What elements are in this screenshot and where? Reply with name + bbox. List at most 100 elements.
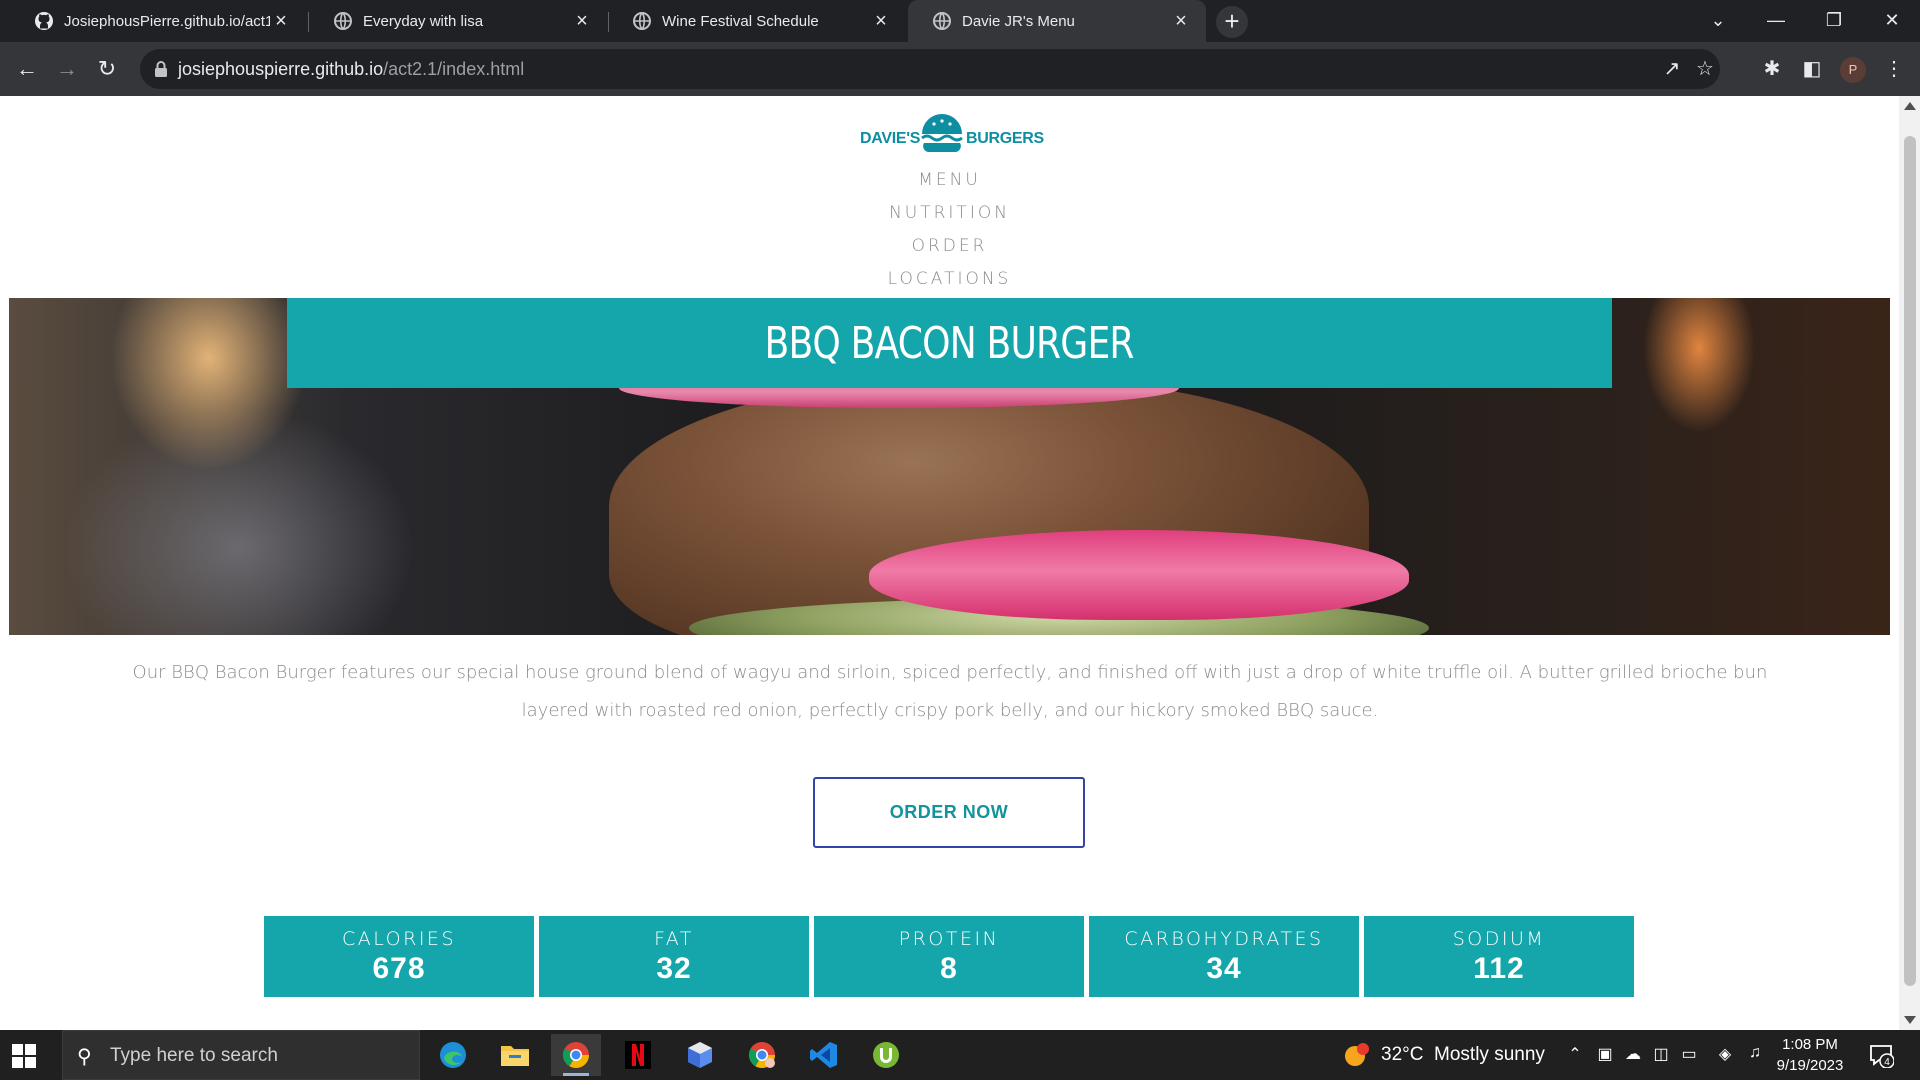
tab-wine-festival-schedule[interactable]: Wine Festival Schedule × [608,0,906,42]
stat-value: 678 [372,952,426,985]
forward-arrow-icon[interactable]: → [50,52,84,86]
nav-locations[interactable]: LOCATIONS [0,263,1899,296]
tab-search-chevron-icon[interactable]: ⌄ [1690,0,1746,42]
nutrition-stats: CALORIES 678 FAT 32 PROTEIN 8 CARBOHYDRA… [264,916,1634,997]
close-icon[interactable]: × [870,10,892,32]
close-icon[interactable]: × [270,10,292,32]
new-tab-button[interactable]: + [1216,6,1248,38]
chrome-icon[interactable] [551,1034,601,1076]
url-path: /act2.1/index.html [383,59,525,79]
window-close-icon[interactable]: ✕ [1864,0,1920,42]
close-icon[interactable]: × [1170,10,1192,32]
bookmark-star-icon[interactable]: ☆ [1693,57,1717,81]
page-viewport: DAVIE'S BURGERS MENU NUTRITION ORDER LOC… [0,96,1899,1030]
nav-nutrition[interactable]: NUTRITION [0,197,1899,230]
weather-temp: 32°C [1381,1044,1424,1065]
search-icon: ⚲ [77,1046,92,1068]
clock-date: 9/19/2023 [1776,1057,1844,1074]
share-icon[interactable]: ↗ [1660,57,1684,81]
page-title: BBQ BACON BURGER [764,317,1135,369]
burger-description: Our BBQ Bacon Burger features our specia… [132,662,1768,721]
tab-title: Wine Festival Schedule [662,12,819,30]
active-app-indicator [563,1073,589,1076]
stat-protein: PROTEIN 8 [814,916,1084,997]
address-bar[interactable]: josiephouspierre.github.io/act2.1/index.… [140,49,1720,89]
tab-github[interactable]: JosiephousPierre.github.io/act1.2 × [10,0,306,42]
globe-icon [933,12,951,30]
minimize-icon[interactable]: — [1748,0,1804,42]
globe-icon [334,12,352,30]
scroll-down-arrow-icon[interactable] [1904,1016,1916,1024]
netflix-icon[interactable] [613,1034,663,1076]
clock-time: 1:08 PM [1782,1036,1838,1053]
stat-value: 34 [1206,952,1242,985]
windows-taskbar: ⚲ Type here to search 32°C Mostly sunny … [0,1030,1920,1080]
logo-word-left: DAVIE'S [860,130,921,147]
taskbar-search[interactable]: ⚲ Type here to search [62,1030,420,1080]
browser-toolbar: ← → ↻ josiephouspierre.github.io/act2.1/… [0,42,1920,96]
back-arrow-icon[interactable]: ← [10,52,44,86]
url-host: josiephouspierre.github.io [178,59,384,79]
weather-widget[interactable]: 32°C Mostly sunny [1343,1040,1545,1070]
app-cube-icon[interactable] [675,1034,725,1076]
system-clock[interactable]: 1:08 PM 9/19/2023 [1760,1034,1860,1076]
stat-label: FAT [654,928,694,950]
github-icon [35,12,53,30]
vscode-icon[interactable] [799,1034,849,1076]
stat-sodium: SODIUM 112 [1364,916,1634,997]
stat-value: 32 [656,952,692,985]
onedrive-cloud-icon[interactable]: ☁ [1622,1044,1644,1064]
extensions-puzzle-icon[interactable]: ✱ [1758,55,1786,83]
utorrent-icon[interactable] [861,1034,911,1076]
profile-avatar[interactable]: P [1840,57,1866,83]
url-text: josiephouspierre.github.io/act2.1/index.… [178,59,524,80]
battery-icon[interactable]: ▭ [1678,1044,1700,1064]
stat-label: CALORIES [342,928,456,950]
weather-text: Mostly sunny [1434,1044,1545,1065]
nav-order[interactable]: ORDER [0,230,1899,263]
stat-value: 8 [940,952,958,985]
stat-label: SODIUM [1452,928,1546,950]
tray-chevron-up-icon[interactable]: ⌃ [1564,1044,1586,1064]
burger-logo-icon [921,114,963,153]
stat-calories: CALORIES 678 [264,916,534,997]
close-icon[interactable]: × [571,10,593,32]
file-explorer-icon[interactable] [490,1034,540,1076]
scroll-up-arrow-icon[interactable] [1904,102,1916,110]
meet-now-icon[interactable]: ▣ [1594,1044,1616,1064]
tab-title: Davie JR's Menu [962,12,1075,30]
lock-icon [155,61,167,77]
main-nav: MENU NUTRITION ORDER LOCATIONS [0,164,1899,296]
hero-onion-bottom [869,530,1409,620]
windows-start-icon[interactable] [10,1042,38,1070]
davies-burgers-logo[interactable]: DAVIE'S BURGERS [860,104,1044,154]
tab-everyday-with-lisa[interactable]: Everyday with lisa × [309,0,607,42]
tab-davie-jrs-menu[interactable]: Davie JR's Menu × [908,0,1206,42]
title-banner: BBQ BACON BURGER [287,298,1612,388]
tab-title: Everyday with lisa [363,12,484,30]
restore-icon[interactable]: ❐ [1806,0,1862,42]
wifi-icon[interactable]: ◈ [1714,1044,1736,1064]
notification-center-icon[interactable]: 4 [1868,1042,1894,1068]
reload-icon[interactable]: ↻ [90,52,124,86]
display-icon[interactable]: ◫ [1650,1044,1672,1064]
logo-word-right: BURGERS [966,130,1044,147]
stat-fat: FAT 32 [539,916,809,997]
stat-value: 112 [1473,952,1525,985]
nav-menu[interactable]: MENU [0,164,1899,197]
stat-label: CARBOHYDRATES [1124,928,1324,950]
stat-carbohydrates: CARBOHYDRATES 34 [1089,916,1359,997]
globe-icon [633,12,651,30]
stat-label: PROTEIN [898,928,1000,950]
kebab-menu-icon[interactable]: ⋮ [1880,55,1908,83]
edge-icon[interactable] [428,1034,478,1076]
search-placeholder: Type here to search [110,1045,278,1066]
order-now-button[interactable]: ORDER NOW [813,777,1085,848]
tab-strip: JosiephousPierre.github.io/act1.2 × Ever… [0,0,1920,42]
page-scrollbar[interactable] [1899,96,1920,1030]
side-panel-icon[interactable]: ◧ [1798,55,1826,83]
tab-title: JosiephousPierre.github.io/act1.2 [64,12,270,30]
chrome-profile-icon[interactable] [737,1034,787,1076]
notification-count: 4 [1884,1057,1890,1068]
scrollbar-thumb[interactable] [1904,136,1916,986]
